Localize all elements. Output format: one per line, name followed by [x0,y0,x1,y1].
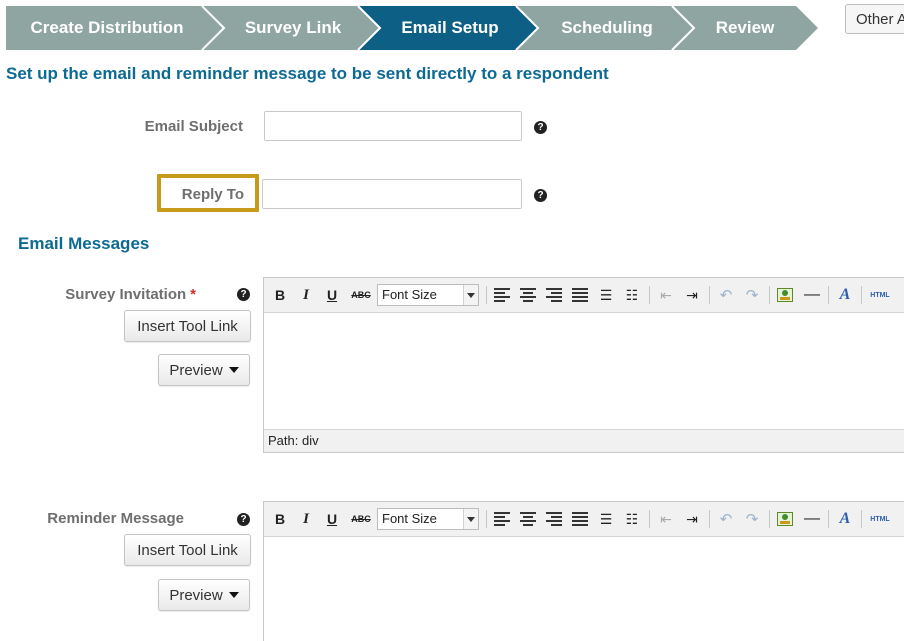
underline-button[interactable]: U [324,509,340,529]
strikethrough-button[interactable]: ABC [350,285,372,305]
tab-scheduling-label: Scheduling [561,18,653,37]
required-asterisk: * [190,286,196,303]
italic-button[interactable]: I [298,509,314,529]
reply-to-help-icon[interactable]: ? [534,189,547,202]
insert-image-icon[interactable] [776,285,794,305]
survey-invitation-help-icon[interactable]: ? [237,288,250,301]
bold-button[interactable]: B [272,509,288,529]
indent-icon[interactable]: ⇥ [683,285,701,305]
align-right-icon[interactable] [545,509,563,529]
redo-icon[interactable]: ↷ [743,509,761,529]
editor-toolbar: B I U ABC Font Size ☰ ☷ ⇤ ⇥ ↶ ↷ — A HTML [264,502,904,537]
email-subject-label: Email Subject [144,118,243,135]
font-size-select-label: Font Size [382,287,437,302]
email-subject-input[interactable] [264,111,522,141]
html-source-button[interactable]: HTML [865,285,895,305]
html-source-button[interactable]: HTML [865,509,895,529]
tab-email-setup[interactable]: Email Setup [376,6,524,50]
indent-icon[interactable]: ⇥ [683,509,701,529]
reminder-message-editor[interactable]: B I U ABC Font Size ☰ ☷ ⇤ ⇥ ↶ ↷ — A HTML [263,501,904,641]
align-justify-icon[interactable] [571,509,589,529]
wizard-steps: Create Distribution Survey Link Email Se… [6,6,818,50]
reply-to-label: Reply To [181,186,244,203]
undo-icon[interactable]: ↶ [717,285,735,305]
insert-tool-link-button[interactable]: Insert Tool Link [124,310,251,342]
align-left-icon[interactable] [493,285,511,305]
font-size-select-label: Font Size [382,511,437,526]
redo-icon[interactable]: ↷ [743,285,761,305]
tab-review-label: Review [715,18,775,37]
font-size-select[interactable]: Font Size [377,508,479,530]
horizontal-rule-icon[interactable]: — [802,509,822,529]
caret-down-icon [228,367,239,373]
other-actions-button[interactable]: Other A [845,4,904,34]
numbered-list-icon[interactable]: ☷ [623,285,641,305]
survey-invitation-label-text: Survey Invitation [65,286,187,303]
tab-survey-link-label: Survey Link [244,18,342,37]
text-style-icon[interactable]: A [835,285,855,305]
preview-button-label: Preview [169,361,223,379]
horizontal-rule-icon[interactable]: — [802,285,822,305]
outdent-icon[interactable]: ⇤ [657,509,675,529]
tab-scheduling[interactable]: Scheduling [534,6,680,50]
reminder-message-label: Reminder Message [47,510,184,527]
tab-create-distribution[interactable]: Create Distribution [6,6,208,50]
survey-invitation-editor[interactable]: B I U ABC Font Size ☰ ☷ ⇤ ⇥ ↶ ↷ — A HTML… [263,277,904,453]
tab-create-distribution-label: Create Distribution [30,18,184,37]
undo-icon[interactable]: ↶ [717,509,735,529]
tab-survey-link[interactable]: Survey Link [220,6,366,50]
align-right-icon[interactable] [545,285,563,305]
editor-path-bar: Path: div [264,429,904,452]
reminder-insert-tool-link-button[interactable]: Insert Tool Link [124,534,251,566]
strikethrough-button[interactable]: ABC [350,509,372,529]
outdent-icon[interactable]: ⇤ [657,285,675,305]
dropdown-arrow-icon [463,509,478,529]
section-title-email-messages: Email Messages [18,234,150,253]
reminder-preview-button-label: Preview [169,586,223,604]
editor-toolbar: B I U ABC Font Size ☰ ☷ ⇤ ⇥ ↶ ↷ — A HTML [264,278,904,313]
tab-email-setup-label: Email Setup [401,18,499,37]
tab-review[interactable]: Review [690,6,800,50]
bold-button[interactable]: B [272,285,288,305]
align-justify-icon[interactable] [571,285,589,305]
reply-to-input[interactable] [262,179,522,209]
underline-button[interactable]: U [324,285,340,305]
align-center-icon[interactable] [519,285,537,305]
italic-button[interactable]: I [298,285,314,305]
insert-image-icon[interactable] [776,509,794,529]
font-size-select[interactable]: Font Size [377,284,479,306]
text-style-icon[interactable]: A [835,509,855,529]
numbered-list-icon[interactable]: ☷ [623,509,641,529]
reminder-preview-button[interactable]: Preview [158,579,250,611]
align-left-icon[interactable] [493,509,511,529]
preview-button[interactable]: Preview [158,354,250,386]
bullet-list-icon[interactable]: ☰ [597,285,615,305]
bullet-list-icon[interactable]: ☰ [597,509,615,529]
survey-invitation-label: Survey Invitation * [40,286,196,303]
reminder-message-help-icon[interactable]: ? [237,513,250,526]
align-center-icon[interactable] [519,509,537,529]
page-title: Set up the email and reminder message to… [6,64,609,83]
dropdown-arrow-icon [463,285,478,305]
caret-down-icon [228,592,239,598]
email-subject-help-icon[interactable]: ? [534,121,547,134]
